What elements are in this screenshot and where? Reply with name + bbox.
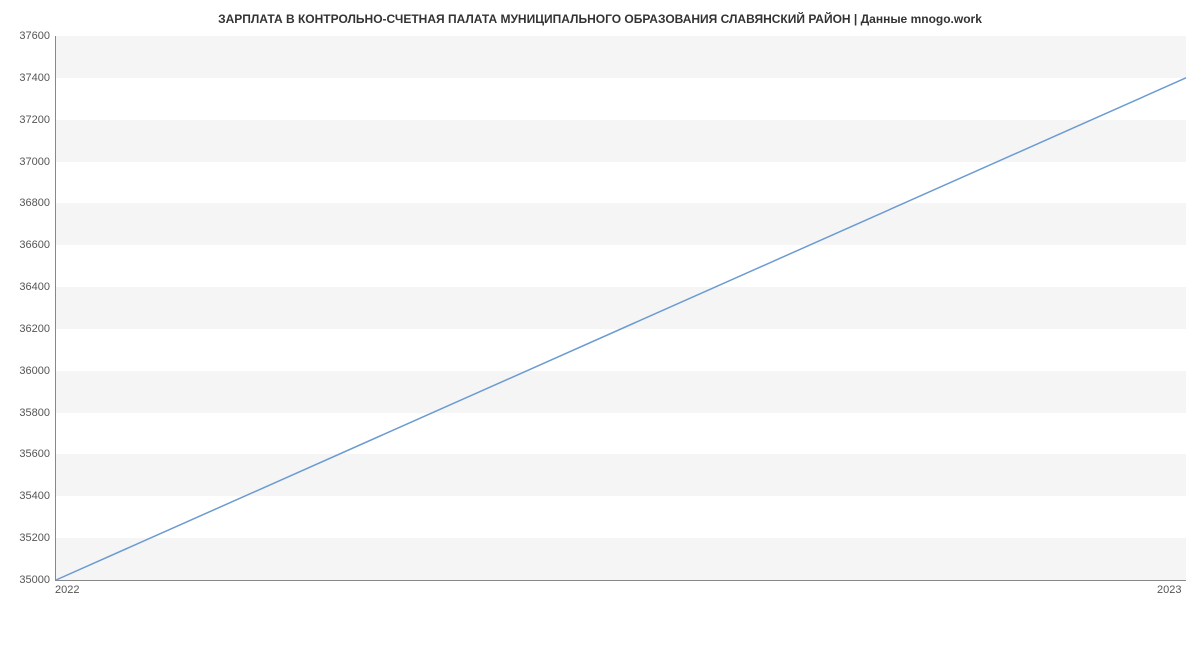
y-tick-label: 36800 — [5, 197, 50, 209]
y-tick-label: 37200 — [5, 114, 50, 126]
y-tick-label: 36600 — [5, 239, 50, 251]
y-tick-label: 35000 — [5, 574, 50, 586]
x-tick-label: 2023 — [1157, 584, 1181, 596]
y-tick-label: 36200 — [5, 323, 50, 335]
y-tick-label: 35400 — [5, 490, 50, 502]
y-tick-label: 37600 — [5, 30, 50, 42]
y-tick-label: 35600 — [5, 448, 50, 460]
plot-area — [55, 36, 1186, 581]
y-tick-label: 36400 — [5, 281, 50, 293]
x-tick-label: 2022 — [55, 584, 79, 596]
line-series — [56, 36, 1186, 580]
y-tick-label: 35800 — [5, 407, 50, 419]
y-tick-label: 36000 — [5, 365, 50, 377]
y-tick-label: 37400 — [5, 72, 50, 84]
y-tick-label: 37000 — [5, 156, 50, 168]
y-tick-label: 35200 — [5, 532, 50, 544]
chart-title: ЗАРПЛАТА В КОНТРОЛЬНО-СЧЕТНАЯ ПАЛАТА МУН… — [0, 0, 1200, 26]
